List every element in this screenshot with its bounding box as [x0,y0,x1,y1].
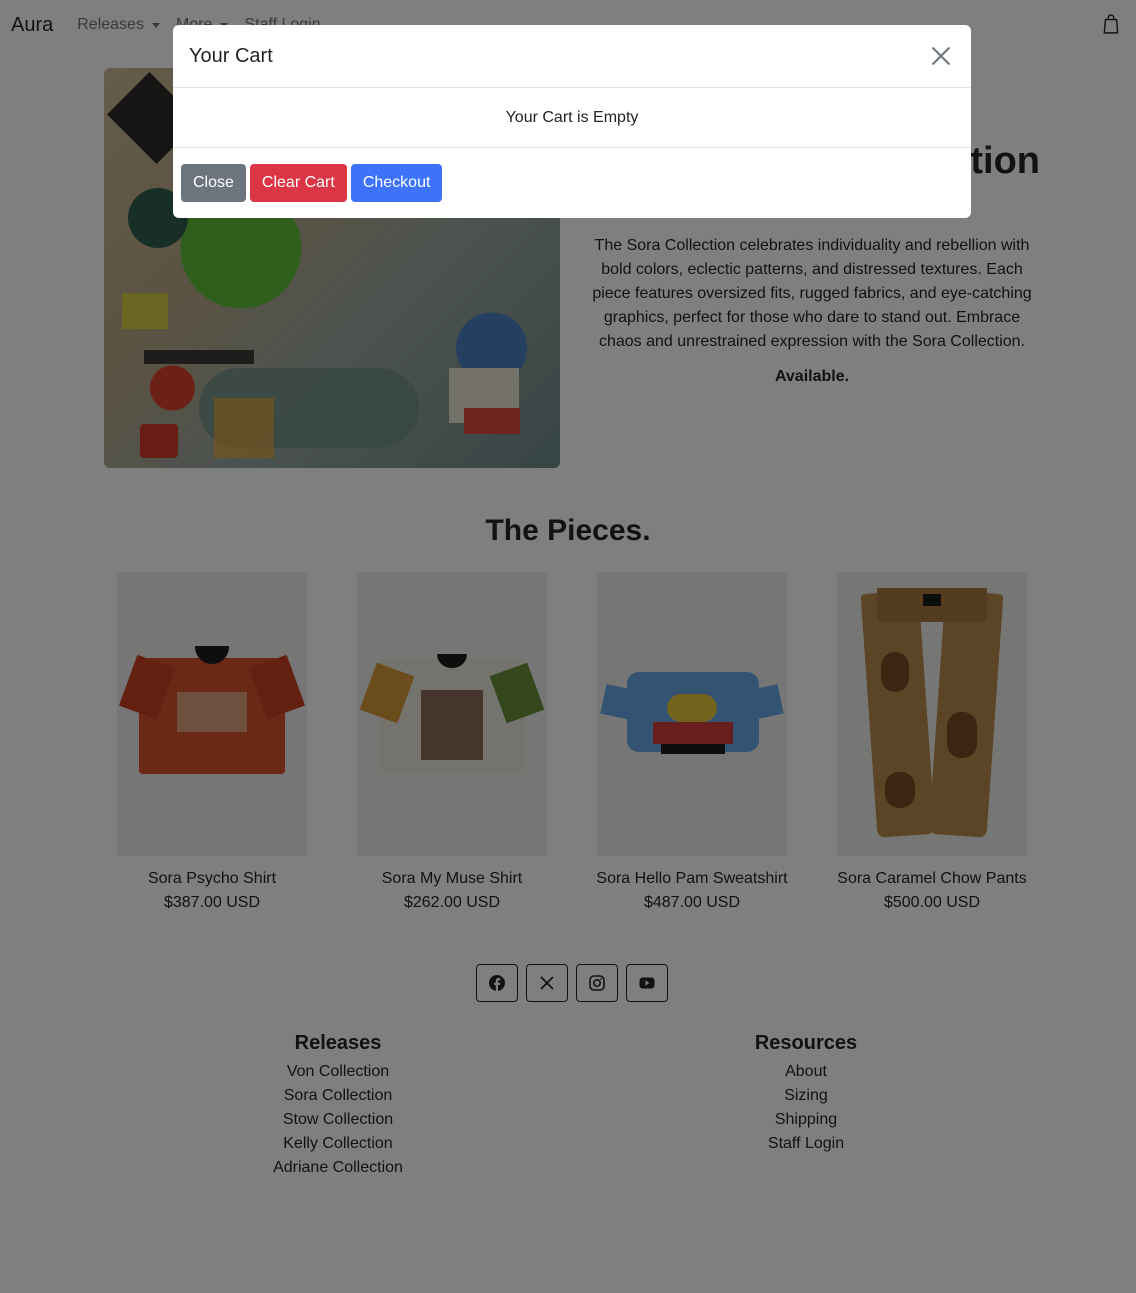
close-icon[interactable] [931,46,951,66]
close-button[interactable]: Close [181,164,246,202]
modal-header: Your Cart [173,25,971,88]
modal-title: Your Cart [189,44,273,67]
modal-footer: Close Clear Cart Checkout [173,148,971,218]
modal-body: Your Cart is Empty [173,88,971,148]
checkout-button[interactable]: Checkout [350,164,443,202]
clear-cart-button[interactable]: Clear Cart [249,164,347,202]
empty-cart-message: Your Cart is Empty [505,108,639,126]
cart-modal: Your Cart Your Cart is Empty Close Clear… [173,25,971,218]
